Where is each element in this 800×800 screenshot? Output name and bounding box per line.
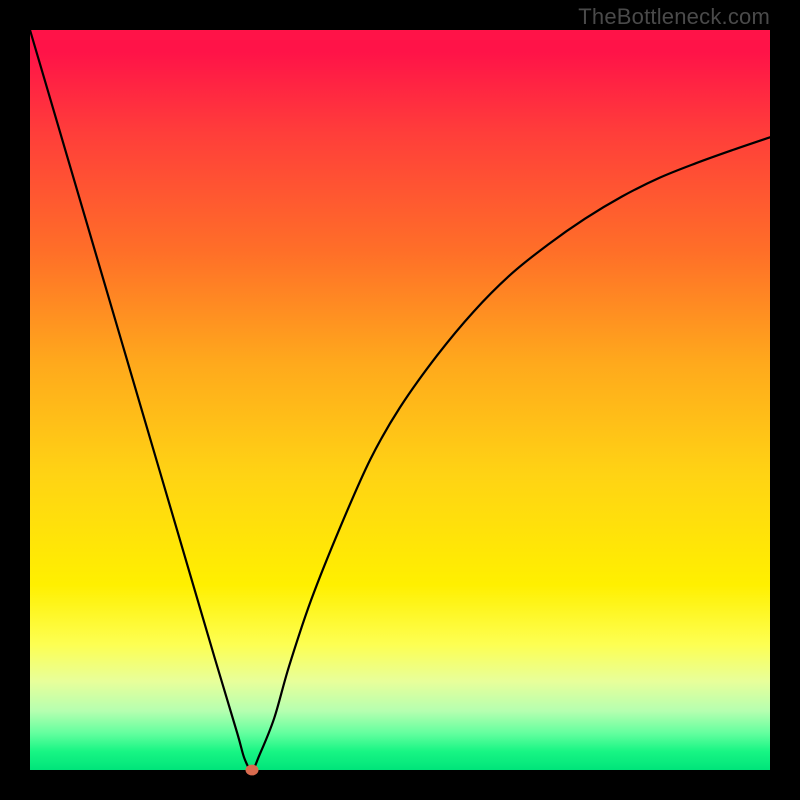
- plot-area: [30, 30, 770, 770]
- minimum-marker: [246, 765, 258, 775]
- chart-frame: TheBottleneck.com: [0, 0, 800, 800]
- watermark-text: TheBottleneck.com: [578, 4, 770, 30]
- bottleneck-curve: [30, 30, 770, 770]
- plot-svg: [30, 30, 770, 770]
